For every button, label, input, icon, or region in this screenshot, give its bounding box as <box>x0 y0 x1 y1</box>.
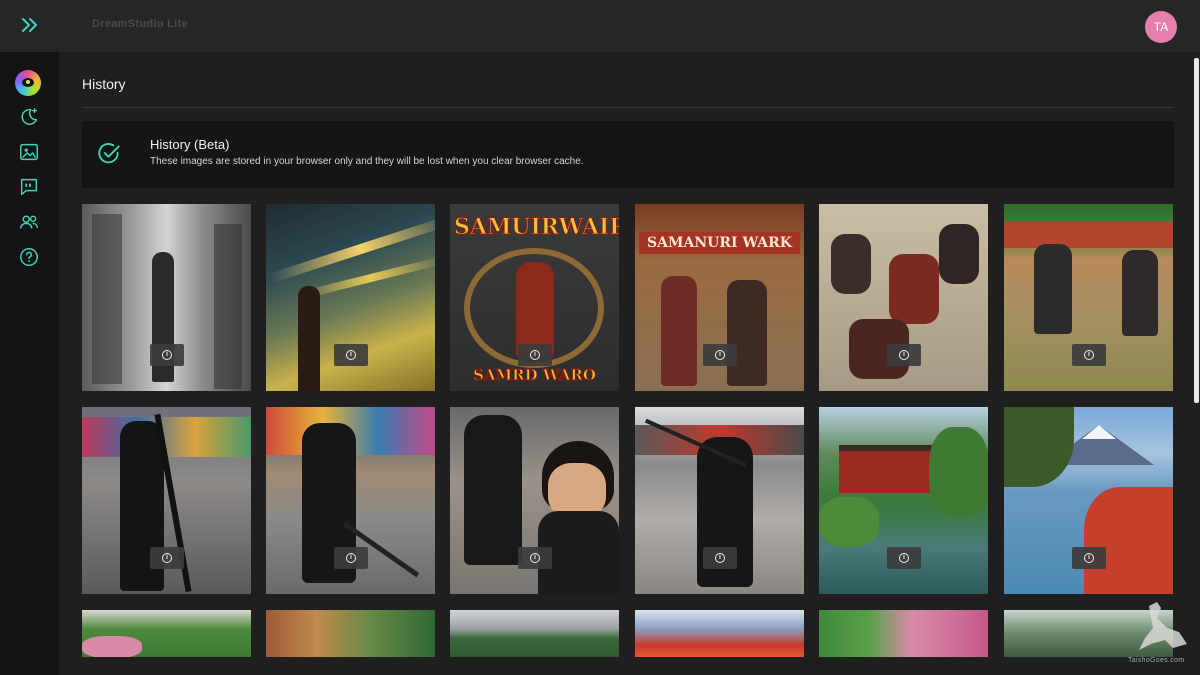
history-image-samurai-duel[interactable]: i <box>1004 204 1173 391</box>
info-button[interactable]: i <box>703 547 737 569</box>
history-image-ninja-selfie[interactable]: i <box>450 407 619 594</box>
user-avatar[interactable]: TA <box>1145 11 1177 43</box>
notice-title: History (Beta) <box>150 137 230 152</box>
history-beta-notice: History (Beta) These images are stored i… <box>82 121 1174 188</box>
info-icon: i <box>1084 553 1094 563</box>
history-image-battle-painting[interactable]: i <box>819 204 988 391</box>
history-image-samurai-warriors[interactable]: SAMANURI WARK i <box>635 204 804 391</box>
info-button[interactable]: i <box>518 344 552 366</box>
info-icon: i <box>530 553 540 563</box>
info-button[interactable]: i <box>1072 344 1106 366</box>
info-icon: i <box>162 553 172 563</box>
page-title: History <box>82 76 126 92</box>
info-icon: i <box>346 553 356 563</box>
history-image-comet-figure[interactable]: i <box>266 204 435 391</box>
notice-text: These images are stored in your browser … <box>150 156 584 167</box>
history-image-ninja-street-1[interactable]: i <box>82 407 251 594</box>
info-button[interactable]: i <box>334 547 368 569</box>
info-icon: i <box>715 350 725 360</box>
watermark-text: TaishoGoes.com <box>1128 657 1185 664</box>
help-circle-icon[interactable] <box>16 244 42 270</box>
app-title: DreamStudio Lite <box>92 18 188 30</box>
info-button[interactable]: i <box>887 547 921 569</box>
moon-star-icon[interactable] <box>16 104 42 130</box>
history-image-japanese-garden[interactable]: i <box>819 407 988 594</box>
top-bar: DreamStudio Lite TA <box>0 0 1200 52</box>
expand-sidebar-icon[interactable] <box>18 13 42 37</box>
history-image-mount-fuji[interactable]: i <box>1004 407 1173 594</box>
info-icon: i <box>715 553 725 563</box>
history-image-landscape-1[interactable] <box>82 610 251 657</box>
info-button[interactable]: i <box>1072 547 1106 569</box>
info-icon: i <box>1084 350 1094 360</box>
poster-banner-bottom: SAMRD WARO <box>473 366 597 385</box>
info-icon: i <box>899 350 909 360</box>
info-icon: i <box>899 553 909 563</box>
history-image-ninja-street-2[interactable]: i <box>266 407 435 594</box>
history-image-landscape-4[interactable] <box>635 610 804 657</box>
history-image-landscape-2[interactable] <box>266 610 435 657</box>
history-image-landscape-3[interactable] <box>450 610 619 657</box>
check-circle-icon <box>96 141 122 167</box>
poster-banner-top: SAMUIRWAIR <box>454 214 620 241</box>
image-icon[interactable] <box>16 139 42 165</box>
history-image-landscape-5[interactable] <box>819 610 988 657</box>
info-button[interactable]: i <box>703 344 737 366</box>
info-icon: i <box>346 350 356 360</box>
info-button[interactable]: i <box>150 547 184 569</box>
chat-quote-icon[interactable] <box>16 174 42 200</box>
history-image-city-figure[interactable]: i <box>82 204 251 391</box>
users-icon[interactable] <box>16 209 42 235</box>
dreamstudio-logo-icon[interactable] <box>15 70 41 96</box>
info-button[interactable]: i <box>150 344 184 366</box>
history-image-samurai-poster[interactable]: SAMUIRWAIR SAMRD WARO i <box>450 204 619 391</box>
info-button[interactable]: i <box>887 344 921 366</box>
scrollbar[interactable] <box>1194 58 1199 403</box>
history-image-ninja-sword[interactable]: i <box>635 407 804 594</box>
divider <box>82 107 1174 108</box>
info-icon: i <box>530 350 540 360</box>
info-button[interactable]: i <box>334 344 368 366</box>
info-icon: i <box>162 350 172 360</box>
info-button[interactable]: i <box>518 547 552 569</box>
poster-banner-title: SAMANURI WARK <box>639 232 800 254</box>
